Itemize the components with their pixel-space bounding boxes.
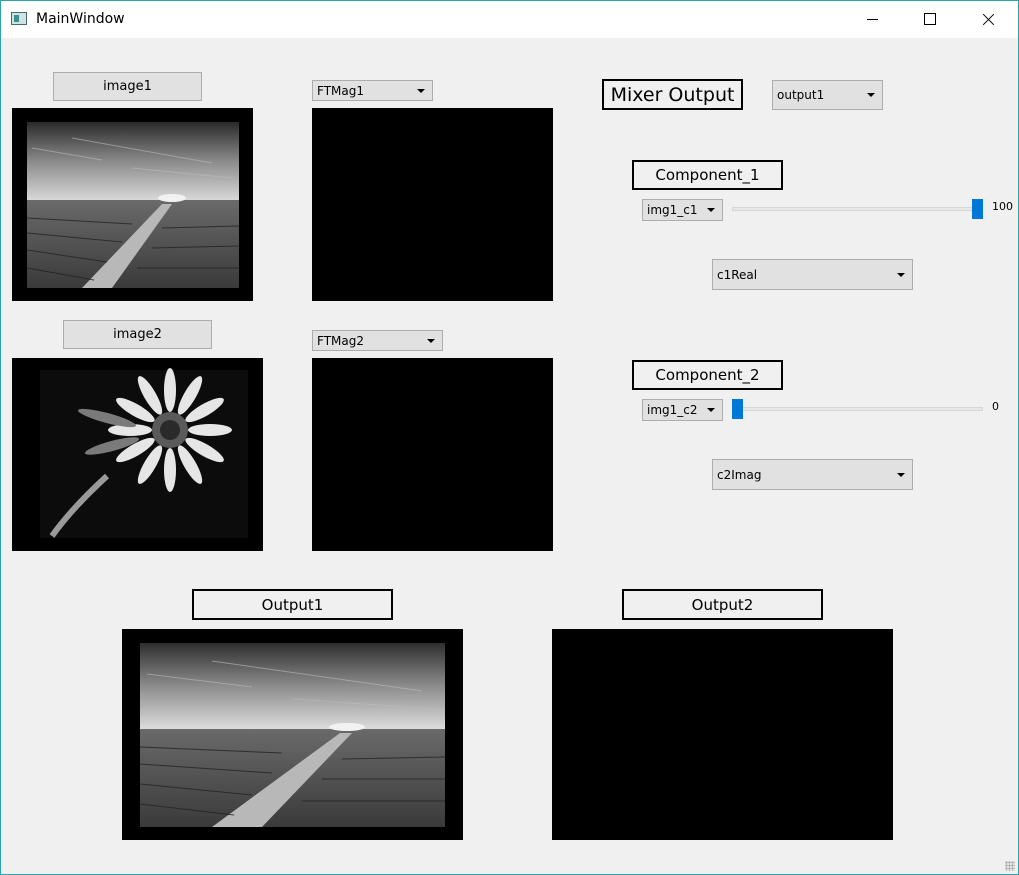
chevron-down-icon <box>417 88 425 93</box>
image2-button[interactable]: image2 <box>63 320 212 349</box>
output1-label: Output1 <box>192 589 393 620</box>
minimize-button[interactable] <box>843 1 901 38</box>
component-2-label: Component_2 <box>632 360 783 390</box>
chevron-down-icon <box>707 408 715 412</box>
output1-view <box>122 629 463 840</box>
component-1-slider[interactable] <box>732 207 983 211</box>
mixer-output-label: Mixer Output <box>602 79 743 110</box>
ft-component-select-2[interactable]: FTMag2 <box>312 330 443 351</box>
main-window: MainWindow image1 FTMag1 image2 FTMag2 M… <box>0 0 1019 875</box>
chevron-down-icon <box>427 338 435 343</box>
component-2-source-select[interactable]: img1_c2 <box>642 399 723 421</box>
chevron-down-icon <box>897 272 905 277</box>
component-1-label: Component_1 <box>632 160 783 190</box>
ft-view-2 <box>312 358 553 551</box>
ft-component-select-2-value: FTMag2 <box>317 333 364 348</box>
mixer-output-select[interactable]: output1 <box>772 80 883 110</box>
close-button[interactable] <box>959 1 1017 38</box>
ft-view-1 <box>312 108 553 301</box>
image1-button[interactable]: image1 <box>53 72 202 101</box>
component-2-slider[interactable] <box>732 407 983 411</box>
mixer-output-select-value: output1 <box>777 88 825 102</box>
component-2-slider-value: 0 <box>992 400 999 413</box>
component-2-type-select[interactable]: c2Imag <box>712 459 913 490</box>
component-2-type-value: c2Imag <box>717 467 762 482</box>
image2-view <box>12 358 263 551</box>
image2-picture <box>40 368 248 538</box>
output2-view <box>552 629 893 840</box>
ft-component-select-1-value: FTMag1 <box>317 83 364 98</box>
window-title: MainWindow <box>36 11 125 27</box>
component-1-source-value: img1_c1 <box>647 203 698 217</box>
chevron-down-icon <box>897 472 905 477</box>
chevron-down-icon <box>707 208 715 212</box>
component-1-slider-handle[interactable] <box>972 199 983 219</box>
title-bar[interactable]: MainWindow <box>1 1 1018 38</box>
output2-label: Output2 <box>622 589 823 620</box>
component-1-source-select[interactable]: img1_c1 <box>642 199 723 221</box>
component-1-type-select[interactable]: c1Real <box>712 259 913 290</box>
component-1-type-value: c1Real <box>717 267 758 282</box>
output1-picture <box>139 643 446 827</box>
chevron-down-icon <box>867 93 875 97</box>
ft-component-select-1[interactable]: FTMag1 <box>312 80 433 101</box>
component-2-source-value: img1_c2 <box>647 403 698 417</box>
resize-grip-icon[interactable] <box>1005 861 1015 871</box>
app-icon <box>11 12 27 25</box>
image1-view <box>12 108 253 301</box>
component-2-slider-handle[interactable] <box>732 399 743 419</box>
maximize-button[interactable] <box>901 1 959 38</box>
image1-picture <box>26 122 240 288</box>
component-1-slider-value: 100 <box>992 200 1013 213</box>
